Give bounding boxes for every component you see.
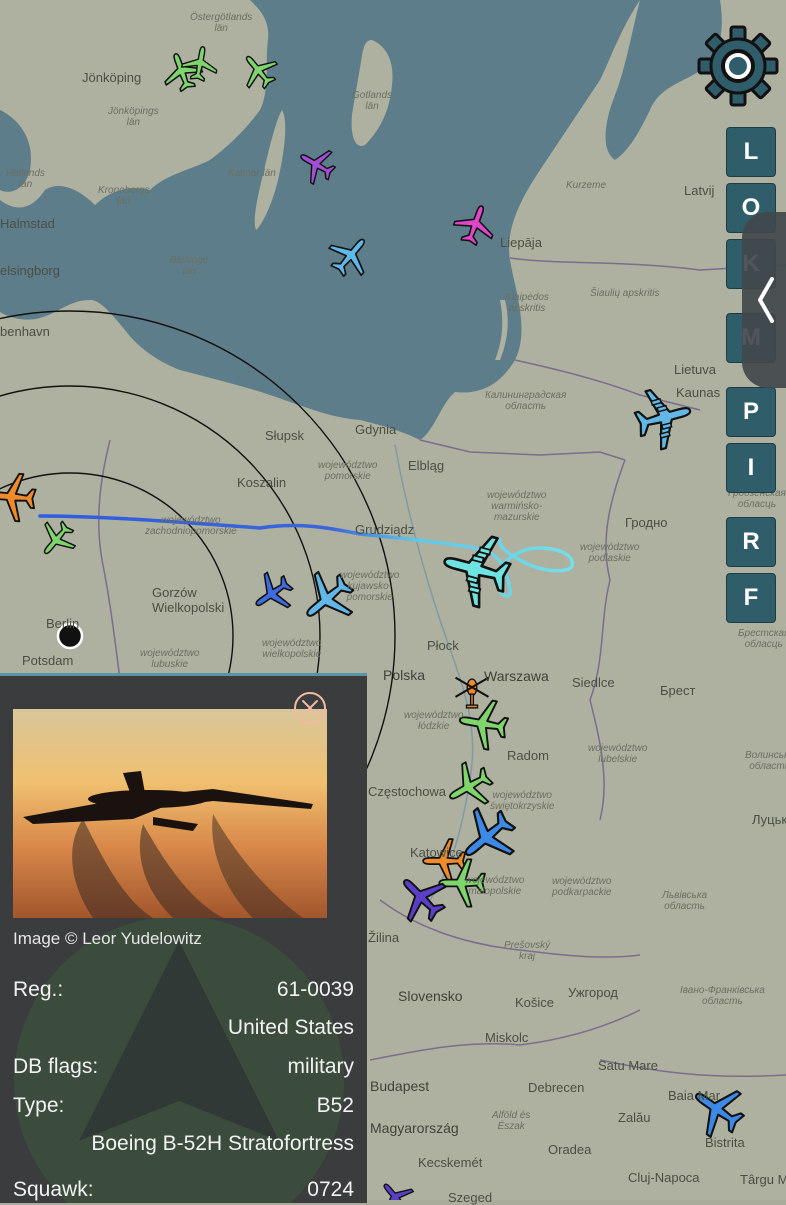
place-label-slovensko: Slovensko (398, 988, 463, 1004)
place-label-gorzow: Gorzów Wielkopolski (152, 585, 225, 615)
place-label-kobenhavn: benhavn (0, 324, 50, 339)
layer-button-f[interactable]: F (727, 574, 775, 622)
place-label-woj-podlaskie: województwo podlaskie (580, 542, 640, 564)
place-label-warszawa: Warszawa (484, 668, 549, 684)
place-label-budapest: Budapest (370, 1078, 430, 1094)
squawk-label: Squawk: (13, 1178, 94, 1201)
place-label-woj-warminsko: województwo warmińsko- mazurskie (487, 490, 547, 523)
settings-button[interactable] (696, 24, 780, 108)
country-value: United States (227, 1016, 354, 1039)
aircraft-photo (13, 709, 327, 918)
place-label-koszalin: Koszalin (237, 475, 287, 490)
place-label-zalau: Zalău (618, 1110, 651, 1125)
place-label-hallands-lan: Hallands län (6, 168, 45, 190)
db-flags-label: DB flags: (13, 1055, 99, 1078)
place-label-blekinge-lan: Blekinge län (170, 255, 209, 277)
place-label-alfold: Alföld és Észak (492, 1110, 531, 1132)
reg-label: Reg.: (13, 978, 64, 1001)
place-label-czestochowa: Częstochowa (368, 784, 447, 799)
place-label-ostergotlands: Östergötlands län (190, 12, 253, 34)
layer-button-l[interactable]: L (727, 128, 775, 176)
db-flags-value: military (287, 1055, 355, 1078)
place-label-presovsky: Prešovský kraj (504, 940, 551, 962)
place-label-baia-mare: Baia Mar (668, 1088, 721, 1103)
place-label-jonkopings-lan: Jönköpings län (108, 106, 159, 128)
place-label-elblag: Elbląg (408, 458, 445, 473)
place-label-woj-swietokrzyskie: województwo świętokrzyskie (490, 790, 555, 812)
place-label-szeged: Szeged (448, 1190, 493, 1205)
place-label-kosice: Košice (515, 995, 555, 1010)
layer-button-r[interactable]: R (727, 518, 775, 566)
close-panel-button[interactable] (293, 691, 327, 725)
place-label-helsingborg: elsingborg (0, 263, 60, 278)
place-label-woj-pomorskie: województwo pomorskie (318, 460, 378, 482)
place-label-liepaja: Liepāja (500, 235, 542, 250)
place-label-plock: Płock (427, 638, 459, 653)
layer-button-i[interactable]: I (727, 444, 775, 492)
place-label-ivano: Івано-Франківська область (680, 985, 765, 1007)
place-label-potsdam: Potsdam (22, 653, 74, 668)
place-label-targu: Târgu M (740, 1172, 786, 1187)
place-label-grudziadz: Grudziądz (355, 522, 415, 537)
place-label-polska: Polska (383, 667, 426, 683)
expand-sidebar-handle[interactable] (742, 212, 786, 388)
place-label-cluj: Cluj-Napoca (628, 1170, 700, 1185)
reg-value: 61-0039 (276, 978, 354, 1001)
place-label-woj-malopolskie: województwo małopolskie (465, 875, 525, 897)
place-label-woj-lubuskie: województwo lubuskie (140, 648, 200, 670)
bornholm (144, 363, 171, 388)
place-label-kalmar-lan: Kalmar län (228, 168, 276, 179)
place-label-kaliningrad: Калининградская область (485, 390, 567, 412)
place-label-woj-lodzkie: województwo łódzkie (404, 710, 464, 732)
place-label-uzhhorod: Ужгород (568, 985, 618, 1000)
gear-icon (697, 25, 779, 107)
place-label-jonkoping: Jönköping (82, 70, 142, 85)
place-label-volyn: Волинська область (745, 750, 786, 772)
place-label-kecskemet: Kecskemét (418, 1155, 483, 1170)
place-label-brest-obl: Брестская обласць (738, 628, 786, 650)
place-label-miskolc: Miskolc (485, 1030, 529, 1045)
place-label-slupsk: Słupsk (265, 428, 305, 443)
place-label-woj-wielkopolskie: województwo wielkopolskie (262, 638, 322, 660)
place-label-satu-mare: Satu Mare (598, 1058, 658, 1073)
place-label-woj-lubelskie: województwo lubelskie (588, 743, 648, 765)
place-label-radom: Radom (507, 748, 549, 763)
place-label-woj-kujawsko: województwo kujawsko- pomorskie (340, 570, 400, 603)
place-label-kurzeme: Kurzeme (566, 180, 607, 191)
place-label-gotlands-lan: Gotlands län (352, 90, 393, 112)
place-label-kaunas: Kaunas (676, 385, 721, 400)
place-label-halmstad: Halmstad (0, 216, 55, 231)
type-description: Boeing B-52H Stratofortress (91, 1132, 354, 1155)
place-label-oradea: Oradea (548, 1142, 592, 1157)
place-label-siauliu: Šiaulių apskritis (590, 288, 660, 299)
place-label-berlin: Berlin (46, 616, 80, 631)
type-label: Type: (13, 1094, 65, 1117)
squawk-value: 0724 (307, 1178, 354, 1201)
place-label-woj-podkarpackie: województwo podkarpackie (552, 876, 612, 898)
layer-button-p[interactable]: P (727, 388, 775, 436)
place-label-bistrita: Bistrita (705, 1135, 745, 1150)
place-label-lietuva: Lietuva (674, 362, 716, 377)
place-label-magyarorszag: Magyarország (370, 1120, 459, 1136)
place-label-zilina: Žilina (368, 930, 400, 945)
place-label-latvija: Latvij (684, 183, 715, 198)
place-label-klaipedos: Klaipėdos apskritis (505, 292, 549, 314)
place-label-lviv-obl: Львівська область (662, 890, 708, 912)
photo-credit: Image © Leor Yudelowitz (13, 929, 202, 948)
place-label-debrecen: Debrecen (528, 1080, 585, 1095)
chevron-left-icon (758, 277, 774, 323)
type-value: B52 (316, 1094, 354, 1117)
place-label-brest: Брест (660, 683, 696, 698)
place-label-lutsk: Луцьк (752, 812, 786, 827)
place-label-katowice: Katowice (410, 845, 463, 860)
place-label-woj-zachodnio: województwo zachodniopomorskie (145, 515, 237, 537)
place-label-siedlce: Siedlce (572, 675, 615, 690)
place-label-kronobergs-lan: Kronobergs län (98, 185, 150, 207)
place-label-gdynia: Gdynia (355, 422, 397, 437)
aircraft-info-panel: Image © Leor Yudelowitz Reg.: 61-0039 Un… (0, 673, 367, 1203)
place-label-grodno: Гродно (625, 515, 668, 530)
